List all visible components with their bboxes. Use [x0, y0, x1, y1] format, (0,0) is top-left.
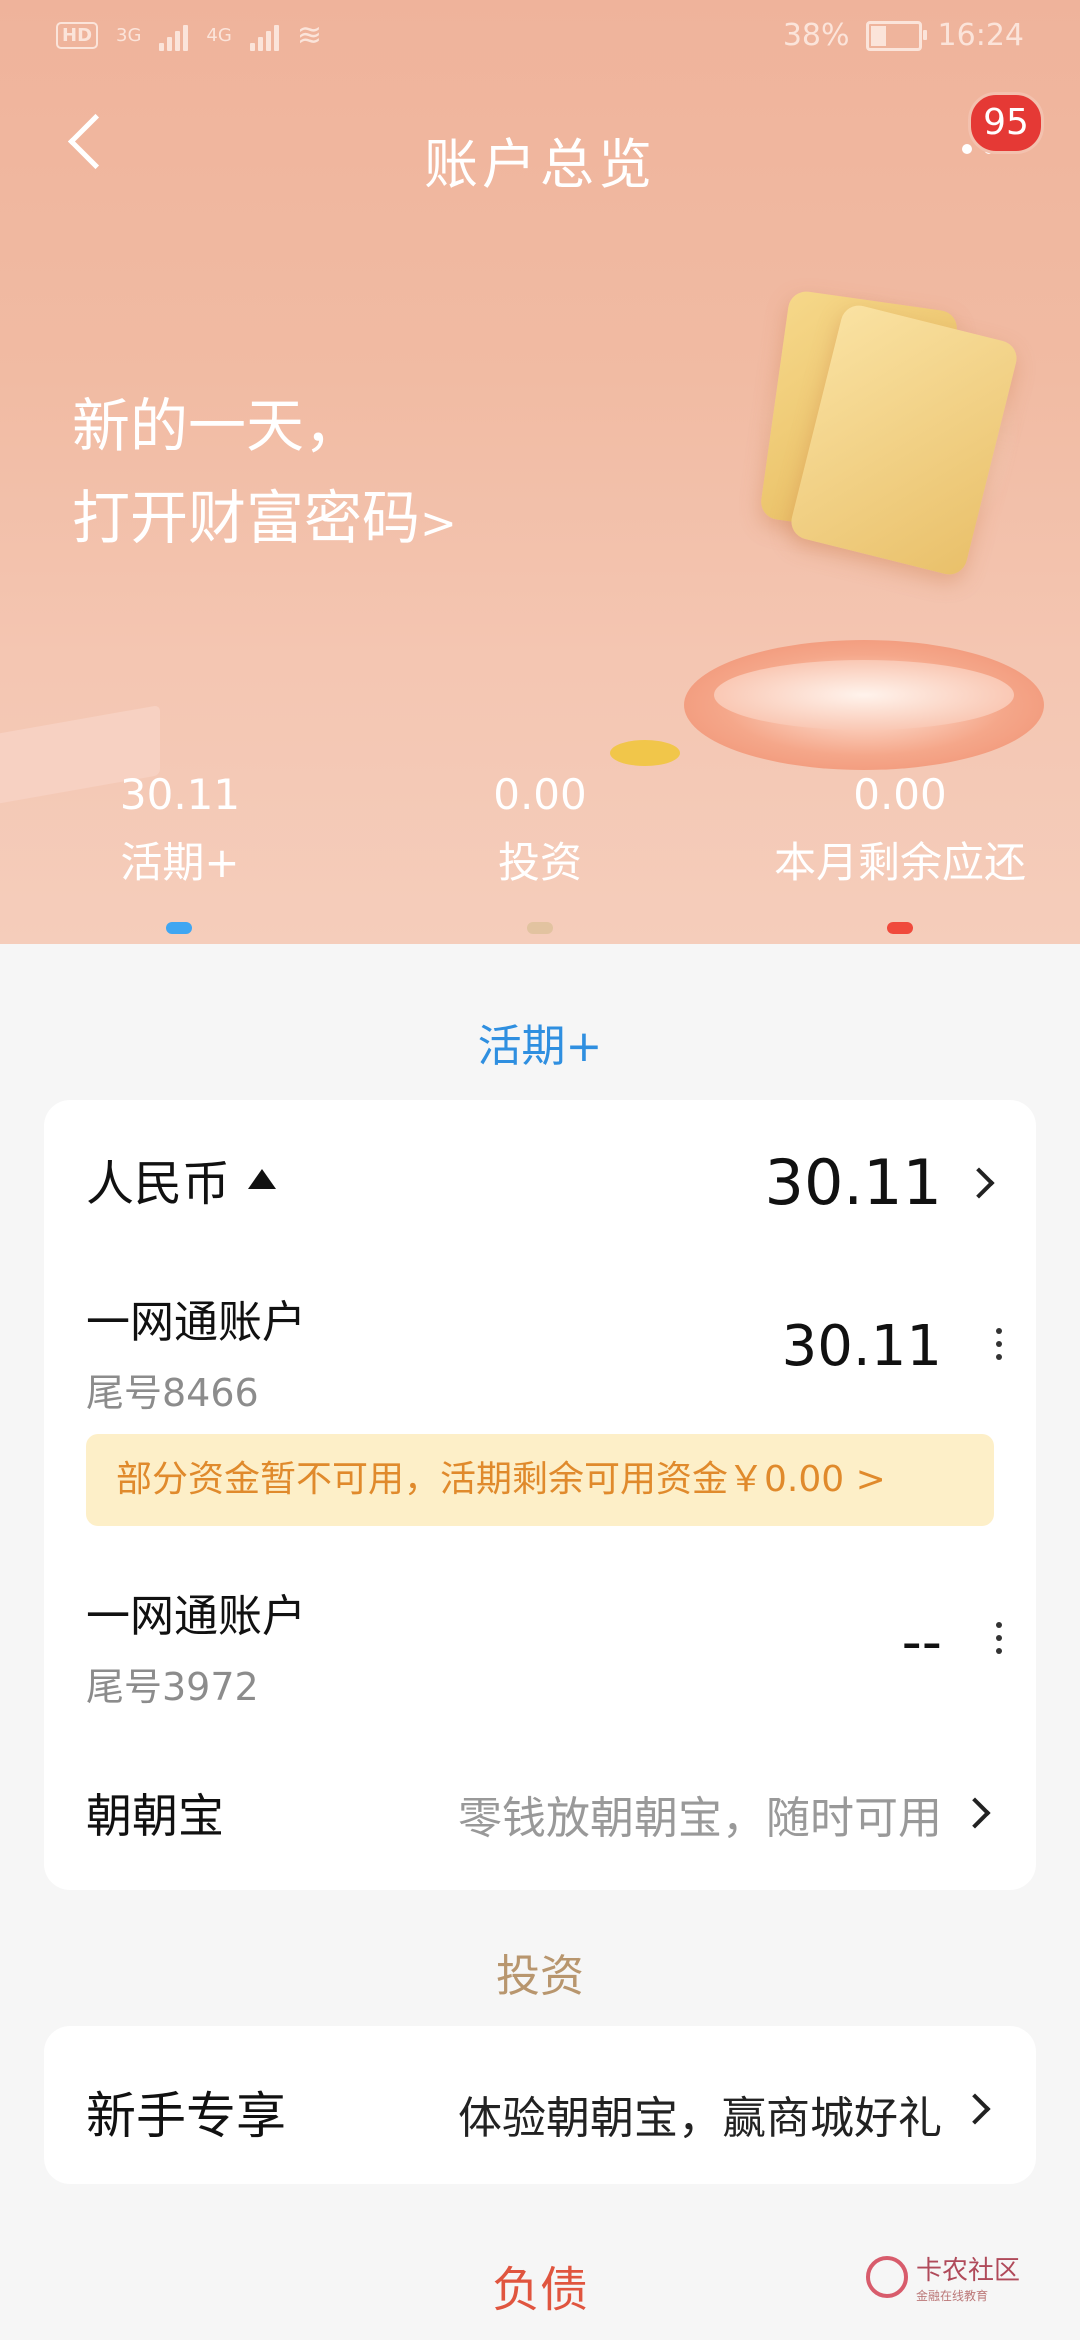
caret-up-icon — [248, 1169, 277, 1189]
zhaozhaobao-desc: 零钱放朝朝宝，随时可用 — [458, 1793, 942, 1844]
tab-current[interactable]: 30.11 活期+ — [60, 770, 300, 890]
network-4g-label: 4G — [206, 25, 232, 46]
coin-illustration — [610, 740, 680, 766]
currency-total: 30.11 — [764, 1146, 943, 1219]
tab-value: 30.11 — [119, 770, 241, 819]
account-tail: 尾号8466 — [86, 1371, 259, 1415]
chevron-right-icon[interactable] — [963, 1167, 995, 1199]
tab-value: 0.00 — [493, 770, 587, 819]
pedestal-top — [714, 660, 1014, 730]
slogan-line-1: 新的一天， — [72, 392, 363, 460]
tab-label: 投资 — [497, 838, 582, 887]
zhaozhaobao-label[interactable]: 朝朝宝 — [86, 1780, 224, 1846]
promo-slogan[interactable]: 新的一天， 打开财富密码> — [72, 380, 457, 570]
account-name[interactable]: 一网通账户 — [86, 1286, 306, 1350]
newbie-desc: 体验朝朝宝，赢商城好礼 — [458, 2093, 942, 2144]
chevron-right-icon[interactable] — [959, 1797, 991, 1829]
newbie-label: 新手专享 — [86, 2087, 286, 2145]
tab-indicator-repayment — [887, 922, 913, 934]
battery-percent: 38% — [782, 18, 850, 53]
watermark-logo-icon — [865, 2256, 908, 2298]
status-bar: HD 3G 4G ≋ 38% 16:24 — [0, 0, 1080, 76]
tab-value: 0.00 — [853, 770, 947, 819]
funds-notice[interactable]: 部分资金暂不可用，活期剩余可用资金￥0.00 > — [86, 1434, 994, 1526]
currency-toggle[interactable]: 人民币 — [86, 1144, 277, 1214]
hd-indicator: HD — [56, 22, 99, 49]
watermark-subtitle: 金融在线教育 — [915, 2289, 988, 2303]
watermark-text: 卡农社区 金融在线教育 — [916, 2250, 1020, 2304]
tab-invest[interactable]: 0.00 投资 — [420, 770, 660, 890]
currency-label: 人民币 — [86, 1156, 231, 1212]
page-title: 账户总览 — [424, 133, 656, 196]
section-title-current: 活期+ — [477, 1021, 603, 1072]
signal-icon — [159, 21, 189, 51]
current-account-panel: 人民币 30.11 一网通账户 尾号8466 30.11 部分资金暂不可用，活期… — [44, 1100, 1036, 1890]
notification-badge: 95 — [968, 92, 1044, 154]
bank-card-illustration — [664, 280, 1080, 600]
watermark: 卡农社区 金融在线教育 — [865, 2250, 1020, 2304]
network-3g-label: 3G — [116, 25, 142, 46]
tab-label: 本月剩余应还 — [773, 838, 1026, 887]
clock: 16:24 — [937, 18, 1024, 53]
section-title-invest: 投资 — [496, 1951, 584, 2002]
invest-panel[interactable]: 新手专享 体验朝朝宝，赢商城好礼 — [44, 2026, 1036, 2184]
signal-icon — [249, 21, 279, 51]
slogan-line-2: 打开财富密码> — [72, 484, 457, 552]
tab-indicator-invest — [527, 922, 553, 934]
watermark-title: 卡农社区 — [915, 2256, 1020, 2286]
nav-bar: 账户总览 95 — [0, 92, 1080, 200]
wifi-icon: ≋ — [296, 18, 322, 53]
account-amount: -- — [901, 1610, 942, 1675]
tab-repayment[interactable]: 0.00 本月剩余应还 — [740, 770, 1060, 890]
account-tail: 尾号3972 — [86, 1665, 259, 1709]
slogan-arrow: > — [420, 498, 457, 549]
kebab-menu-icon[interactable] — [996, 1328, 1002, 1360]
kebab-menu-icon[interactable] — [996, 1622, 1002, 1654]
battery-icon — [865, 20, 927, 51]
tab-indicator-current — [166, 922, 192, 934]
chevron-right-icon[interactable] — [959, 2093, 991, 2125]
account-name[interactable]: 一网通账户 — [86, 1580, 306, 1644]
tab-label: 活期+ — [120, 838, 240, 887]
summary-tabs: 30.11 活期+ 0.00 投资 0.00 本月剩余应还 — [0, 770, 1080, 950]
account-amount: 30.11 — [781, 1314, 942, 1379]
